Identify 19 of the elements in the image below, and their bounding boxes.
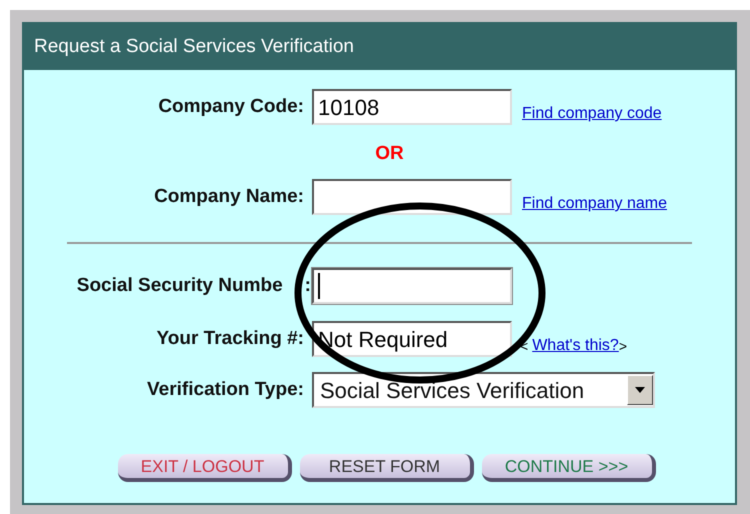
company-code-field[interactable]: 10108 xyxy=(312,89,512,125)
find-company-name-link[interactable]: Find company name xyxy=(522,192,667,216)
verification-type-select[interactable]: Social Services Verification xyxy=(312,372,655,408)
link-bracket: > xyxy=(618,336,628,356)
company-code-label: Company Code: xyxy=(158,96,304,117)
ssn-field[interactable] xyxy=(312,268,512,304)
ssn-label: Social Security Numbe xyxy=(76,274,283,298)
form-button[interactable]: CONTINUE >>> xyxy=(482,454,656,482)
tracking-label: Your Tracking #: xyxy=(156,328,304,349)
form-button[interactable]: RESET FORM xyxy=(300,454,474,482)
company-name-label: Company Name: xyxy=(154,186,304,207)
form-button[interactable]: EXIT / LOGOUT xyxy=(118,454,292,482)
verification-type-label: Verification Type: xyxy=(147,378,304,400)
or-separator: OR xyxy=(375,142,404,166)
panel-title: Request a Social Services Verification xyxy=(34,34,354,59)
whats-this-link[interactable]: What's this? xyxy=(532,334,619,358)
label-colon: : xyxy=(304,274,312,298)
find-company-code-link[interactable]: Find company code xyxy=(522,102,662,126)
link-bracket: < xyxy=(520,336,528,356)
